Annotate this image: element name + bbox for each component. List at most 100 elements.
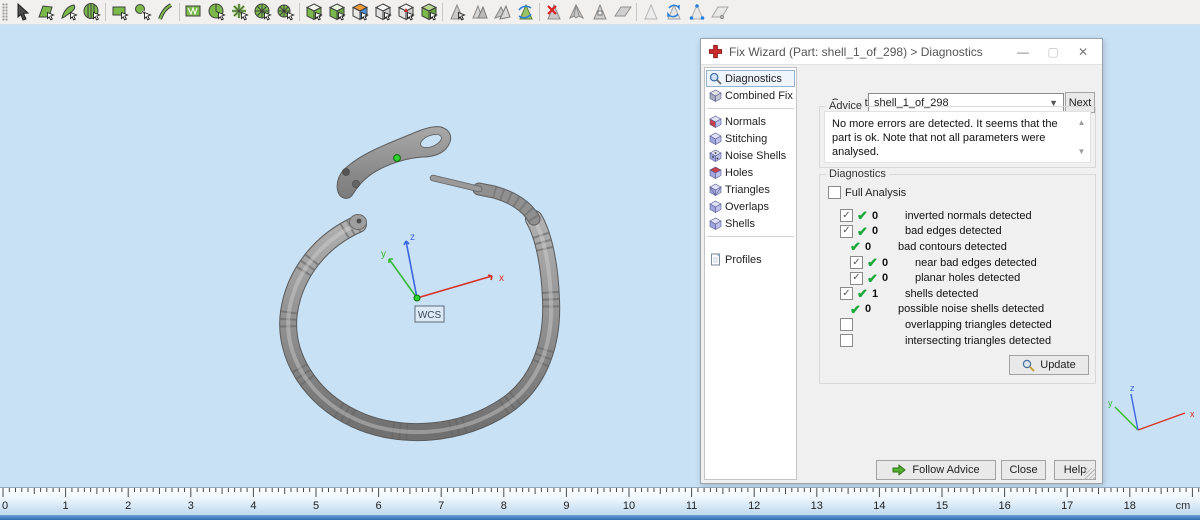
toolbar-button-cube-select-filled[interactable] <box>417 1 440 24</box>
diagnostic-row: ✓✔0near bad edges detected <box>820 255 1095 271</box>
toolbar-button-triangle-tool[interactable] <box>445 1 468 24</box>
diagnostic-checkbox[interactable] <box>840 334 853 347</box>
main-toolbar <box>0 0 1200 26</box>
svg-text:17: 17 <box>1061 500 1073 512</box>
cube-select-solid-icon <box>327 2 347 22</box>
toolbar-button-triangle-refresh-tool[interactable] <box>662 1 685 24</box>
toolbar-button-wheel-selection-small[interactable] <box>274 1 297 24</box>
diagnostic-checkbox[interactable]: ✓ <box>840 209 853 222</box>
bracelet-model[interactable] <box>288 127 551 432</box>
triangle-fan-tool-icon <box>567 2 587 22</box>
close-window-button[interactable]: ✕ <box>1068 41 1098 62</box>
diagnostic-count: 0 <box>865 303 879 315</box>
svg-text:1: 1 <box>63 500 69 512</box>
pie-selection-icon <box>207 2 227 22</box>
nav-item-triangles[interactable]: Triangles <box>706 181 795 198</box>
dialog-titlebar[interactable]: Fix Wizard (Part: shell_1_of_298) > Diag… <box>701 39 1102 65</box>
follow-advice-button[interactable]: Follow Advice <box>876 460 996 480</box>
toolbar-button-wheel-selection[interactable] <box>251 1 274 24</box>
triangle-pair-tool-2-icon <box>493 2 513 22</box>
svg-text:16: 16 <box>998 500 1010 512</box>
diagnostic-row: ✓✔0inverted normals detected <box>820 208 1095 224</box>
nav-item-label: Stitching <box>725 133 767 145</box>
toolbar-button-triangle-nodes-tool[interactable] <box>685 1 708 24</box>
toolbar-button-select-arrow[interactable] <box>11 1 34 24</box>
toolbar-button-brush-selection[interactable] <box>131 1 154 24</box>
toolbar-button-pie-selection[interactable] <box>205 1 228 24</box>
toolbar-button-polyline-selection[interactable] <box>154 1 177 24</box>
toolbar-button-triangle-delete-tool[interactable] <box>542 1 565 24</box>
update-button[interactable]: Update <box>1009 355 1089 375</box>
toolbar-button-mark-shell[interactable] <box>80 1 103 24</box>
green-arrow-icon <box>892 464 906 476</box>
diagnostic-label: bad edges detected <box>905 225 1002 237</box>
toolbar-button-triangle-detail-tool[interactable] <box>588 1 611 24</box>
maximize-button[interactable]: ▢ <box>1038 41 1068 62</box>
nav-item-combined-fix[interactable]: Combined Fix <box>706 87 795 104</box>
wizard-nav-list: DiagnosticsCombined Fix Normals Stitching N… <box>704 67 797 480</box>
toolbar-button-cube-select-wireframe[interactable] <box>371 1 394 24</box>
checkbox-slot: ✓ <box>840 287 857 300</box>
green-check-icon: ✔ <box>857 225 872 238</box>
toolbar-button-triangle-outline-tool[interactable] <box>639 1 662 24</box>
green-check-icon: ✔ <box>857 209 872 222</box>
svg-text:6: 6 <box>376 500 382 512</box>
scroll-up-icon[interactable]: ▲ <box>1076 117 1087 128</box>
toolbar-button-triangle-fan-tool[interactable] <box>565 1 588 24</box>
toolbar-button-cube-select-visible[interactable] <box>302 1 325 24</box>
nav-item-profiles[interactable]: Profiles <box>706 251 795 268</box>
nav-item-label: Normals <box>725 116 766 128</box>
triangle-detail-tool-icon <box>590 2 610 22</box>
cube-speckled-icon <box>709 149 722 162</box>
toolbar-button-plane-outline-tool[interactable] <box>708 1 731 24</box>
minimize-button[interactable]: — <box>1008 41 1038 62</box>
toolbar-button-cube-select-solid[interactable] <box>325 1 348 24</box>
ring-end-hole <box>357 219 362 224</box>
nav-item-diagnostics[interactable]: Diagnostics <box>706 70 795 87</box>
nav-item-normals[interactable]: Normals <box>706 113 795 130</box>
nav-item-holes[interactable]: Holes <box>706 164 795 181</box>
diagnostic-checkbox[interactable]: ✓ <box>840 287 853 300</box>
toolbar-button-plane-tool[interactable] <box>611 1 634 24</box>
toolbar-separator <box>636 3 637 21</box>
nav-item-shells[interactable]: Shells <box>706 215 795 232</box>
nav-item-label: Triangles <box>725 184 770 196</box>
diagnostic-checkbox[interactable]: ✓ <box>840 225 853 238</box>
svg-text:12: 12 <box>748 500 760 512</box>
toolbar-button-window-selection[interactable] <box>182 1 205 24</box>
toolbar-button-cube-select-colored[interactable] <box>348 1 371 24</box>
toolbar-button-cube-select-marked[interactable] <box>394 1 417 24</box>
scroll-down-icon[interactable]: ▼ <box>1076 146 1087 157</box>
diagnostic-checkbox[interactable] <box>840 318 853 331</box>
cube-select-visible-icon <box>304 2 324 22</box>
toolbar-button-mark-plane[interactable] <box>34 1 57 24</box>
toolbar-button-triangle-convert-tool[interactable] <box>514 1 537 24</box>
toolbar-button-triangle-pair-tool-2[interactable] <box>491 1 514 24</box>
diagnostic-count: 0 <box>882 272 896 284</box>
mark-surface-icon <box>59 2 79 22</box>
full-analysis-checkbox[interactable] <box>828 186 841 199</box>
nav-item-overlaps[interactable]: Overlaps <box>706 198 795 215</box>
nav-item-stitching[interactable]: Stitching <box>706 130 795 147</box>
toolbar-button-rectangle-selection[interactable] <box>108 1 131 24</box>
toolbar-button-triangle-pair-tool[interactable] <box>468 1 491 24</box>
triangle-nodes-tool-icon <box>687 2 707 22</box>
pending-dot-icon <box>857 318 872 331</box>
update-button-label: Update <box>1040 359 1075 371</box>
triangle-outline-tool-icon <box>641 2 661 22</box>
nav-item-noise-shells[interactable]: Noise Shells <box>706 147 795 164</box>
toolbar-button-asterisk-selection[interactable] <box>228 1 251 24</box>
diagnostic-checkbox[interactable]: ✓ <box>850 256 863 269</box>
window-selection-icon <box>184 2 204 22</box>
diagnostic-checkbox[interactable]: ✓ <box>850 272 863 285</box>
full-analysis-option: Full Analysis <box>828 186 906 199</box>
advice-groupbox: Advice No more errors are detected. It s… <box>819 106 1096 168</box>
diagnostic-label: overlapping triangles detected <box>905 319 1052 331</box>
cube-select-marked-icon <box>396 2 416 22</box>
toolbar-button-mark-surface[interactable] <box>57 1 80 24</box>
close-button[interactable]: Close <box>1001 460 1046 480</box>
checkbox-slot: ✓ <box>840 225 857 238</box>
nav-item-label: Noise Shells <box>725 150 786 162</box>
toolbar-grip-handle[interactable] <box>2 3 8 21</box>
resize-grip[interactable] <box>1084 468 1096 480</box>
